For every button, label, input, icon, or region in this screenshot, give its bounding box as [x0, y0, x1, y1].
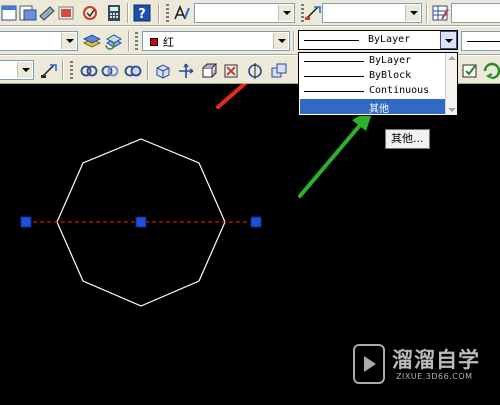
- layer-previous-icon[interactable]: [104, 32, 122, 50]
- calculator-icon[interactable]: [105, 4, 123, 22]
- linetype-preview-line: [304, 40, 359, 41]
- layer-lock-icon[interactable]: [124, 62, 142, 80]
- layer-combo[interactable]: [0, 31, 78, 51]
- toolbar-separator: [147, 60, 149, 80]
- chevron-down-icon[interactable]: [17, 62, 32, 78]
- watermark-url: ZIXUE.3D66.COM: [396, 372, 473, 381]
- toolbar-grip[interactable]: [166, 4, 169, 22]
- dim-edit-icon[interactable]: [40, 62, 58, 80]
- help-icon[interactable]: ?: [133, 4, 151, 22]
- linetype-option-preview: [304, 76, 364, 77]
- text-style-combo[interactable]: [194, 3, 295, 23]
- toolbar-separator: [158, 3, 160, 23]
- scroll-down-icon[interactable]: [448, 108, 456, 112]
- tool-palettes-icon[interactable]: [38, 4, 56, 22]
- toolbar-grip[interactable]: [135, 32, 138, 50]
- box-icon[interactable]: [154, 62, 172, 80]
- toolbar-separator: [293, 31, 295, 51]
- grip-right[interactable]: [250, 216, 262, 228]
- workspace-combo[interactable]: [0, 60, 34, 80]
- linetype-control-combo[interactable]: ByLayer: [298, 30, 458, 50]
- union-icon[interactable]: [270, 62, 288, 80]
- design-center-icon[interactable]: [19, 4, 37, 22]
- red-arrow-icon: [216, 84, 248, 109]
- subtract-icon[interactable]: [222, 62, 240, 80]
- linetype-option-label: ByBlock: [369, 70, 412, 81]
- linetype-option-continuous[interactable]: Continuous: [300, 84, 445, 99]
- scroll-up-icon[interactable]: [448, 56, 456, 60]
- dropdown-scrollbar[interactable]: [445, 53, 457, 115]
- chevron-down-icon[interactable]: [278, 5, 293, 21]
- layer-isolate-icon[interactable]: [101, 62, 119, 80]
- extrude-icon[interactable]: [200, 62, 218, 80]
- lineweight-control-combo[interactable]: [461, 31, 500, 51]
- watermark-name: 溜溜自学: [392, 348, 480, 372]
- layer-on-icon[interactable]: [80, 62, 98, 80]
- dimension-style-icon[interactable]: [304, 4, 322, 22]
- linetype-option-bylayer[interactable]: ByLayer: [300, 54, 445, 69]
- table-style-icon[interactable]: [431, 4, 449, 22]
- make-object-layer-current-icon[interactable]: [83, 32, 101, 50]
- chevron-down-icon[interactable]: [440, 31, 457, 49]
- linetype-option-label: ByLayer: [369, 55, 412, 66]
- toolbar-separator: [127, 3, 129, 23]
- markup-set-icon[interactable]: [81, 4, 99, 22]
- linetype-option-label: Continuous: [369, 85, 430, 96]
- linetype-option-preview: [304, 91, 364, 92]
- color-control-combo[interactable]: 红: [142, 31, 290, 51]
- green-arrow-icon: [298, 108, 374, 198]
- toolbar-separator: [62, 60, 64, 80]
- linetype-option-byblock[interactable]: ByBlock: [300, 69, 445, 84]
- toolbar-grip[interactable]: [70, 61, 73, 79]
- grip-midpoint[interactable]: [135, 216, 147, 228]
- lineweight-preview-line: [467, 41, 500, 42]
- text-style-icon[interactable]: [173, 4, 191, 22]
- linetype-option-preview: [304, 61, 364, 62]
- chevron-down-icon[interactable]: [61, 33, 76, 49]
- revolve-icon[interactable]: [246, 62, 264, 80]
- svg-text:?: ?: [138, 7, 146, 22]
- color-swatch: [150, 38, 158, 46]
- toolbar-separator: [128, 31, 130, 51]
- properties-toolbar: 红 ByLayer: [0, 26, 500, 55]
- linetype-option-label: 其他: [369, 104, 389, 115]
- linetype-control-value: ByLayer: [368, 34, 411, 45]
- watermark-logo-icon: [353, 344, 385, 384]
- tooltip: 其他...: [385, 129, 430, 149]
- render-icon[interactable]: [461, 62, 479, 80]
- table-style-combo[interactable]: [451, 3, 500, 23]
- grip-left[interactable]: [20, 216, 32, 228]
- sheet-set-icon[interactable]: [57, 4, 75, 22]
- dimension-style-combo[interactable]: [322, 3, 422, 23]
- linetype-dropdown-list[interactable]: ByLayer ByBlock Continuous 其他: [298, 52, 458, 116]
- standard-toolbar: ?: [0, 0, 500, 26]
- move-3d-icon[interactable]: [177, 62, 195, 80]
- chevron-down-icon[interactable]: [405, 5, 420, 21]
- toolbar-separator: [426, 3, 428, 23]
- materials-icon[interactable]: [483, 62, 500, 80]
- linetype-option-other[interactable]: 其他: [300, 99, 445, 115]
- color-control-value: 红: [163, 36, 174, 49]
- chevron-down-icon[interactable]: [273, 33, 288, 49]
- layer-properties-icon[interactable]: [0, 4, 18, 22]
